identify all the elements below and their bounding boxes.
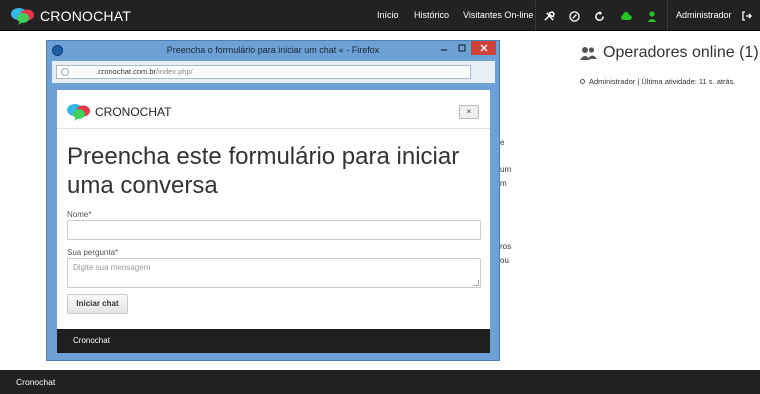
brand[interactable]: CRONOCHAT (11, 6, 131, 26)
background-text-fragment: um (500, 165, 512, 174)
name-label: Nome* (67, 210, 92, 219)
question-field[interactable]: Digite sua mensagem (67, 258, 481, 288)
background-text-fragment: ros (500, 242, 512, 251)
tools-icon[interactable] (542, 9, 556, 23)
chat-form-page: CRONOCHAT × Preencha este formulário par… (57, 90, 490, 353)
page-footer: Cronochat (0, 370, 760, 394)
nav-separator (667, 0, 668, 31)
nav-link-inicio[interactable]: Início (377, 0, 399, 31)
brand-name: CRONOCHAT (40, 8, 131, 24)
url-host: .cronochat.com.br (96, 67, 157, 76)
users-icon (580, 47, 597, 60)
maximize-button[interactable] (453, 41, 471, 55)
resize-grip[interactable] (473, 280, 479, 286)
window-title: Preencha o formulário para iniciar um ch… (166, 45, 380, 55)
nav-separator (535, 0, 536, 31)
nav-link-visitantes-online[interactable]: Visitantes On-line (463, 0, 533, 31)
background-text-fragment: e (500, 138, 505, 147)
popup-brand: CRONOCHAT (67, 103, 171, 121)
logout-icon[interactable] (740, 9, 754, 23)
firefox-popup-window: Preencha o formulário para iniciar um ch… (46, 40, 500, 361)
user-icon[interactable] (645, 9, 659, 23)
form-heading: Preencha este formulário para iniciar um… (67, 143, 460, 199)
divider (57, 128, 490, 129)
user-menu[interactable]: Administrador (676, 0, 732, 31)
popup-footer-text: Cronochat (73, 336, 110, 345)
url-path: /index.php/ (156, 67, 193, 76)
question-label: Sua pergunta* (67, 248, 119, 257)
address-bar-area: .cronochat.com.br/index.php/ (52, 61, 495, 83)
chat-bubbles-logo-icon (11, 8, 34, 25)
window-titlebar[interactable]: Preencha o formulário para iniciar um ch… (47, 41, 499, 60)
background-text-fragment: ou (500, 256, 509, 265)
close-chat-button[interactable]: × (459, 105, 479, 119)
footer-text: Cronochat (16, 377, 56, 387)
cloud-icon[interactable] (619, 9, 633, 23)
operator-status-text: Administrador | Última atividade: 11 s. … (589, 77, 736, 86)
window-close-button[interactable] (471, 41, 496, 55)
refresh-icon[interactable] (592, 9, 606, 23)
chat-bubbles-logo-icon (67, 104, 90, 121)
popup-brand-name: CRONOCHAT (95, 105, 172, 119)
minimize-button[interactable] (435, 41, 453, 55)
operator-list-item: Administrador | Última atividade: 11 s. … (580, 77, 735, 86)
nav-link-historico[interactable]: Histórico (414, 0, 449, 31)
background-text-fragment: m (500, 179, 507, 188)
popup-footer: Cronochat (57, 329, 490, 353)
edit-icon[interactable] (567, 9, 581, 23)
start-chat-button[interactable]: Iniciar chat (67, 294, 128, 314)
operators-online-heading: Operadores online (1) (580, 44, 759, 62)
list-bullet (580, 79, 585, 84)
question-placeholder: Digite sua mensagem (73, 263, 151, 272)
top-navbar: CRONOCHAT Início Histórico Visitantes On… (0, 0, 760, 31)
address-bar[interactable]: .cronochat.com.br/index.php/ (56, 65, 471, 79)
name-field[interactable] (67, 220, 481, 240)
operators-online-title: Operadores online (1) (603, 44, 759, 61)
site-identity-icon[interactable] (61, 68, 69, 76)
